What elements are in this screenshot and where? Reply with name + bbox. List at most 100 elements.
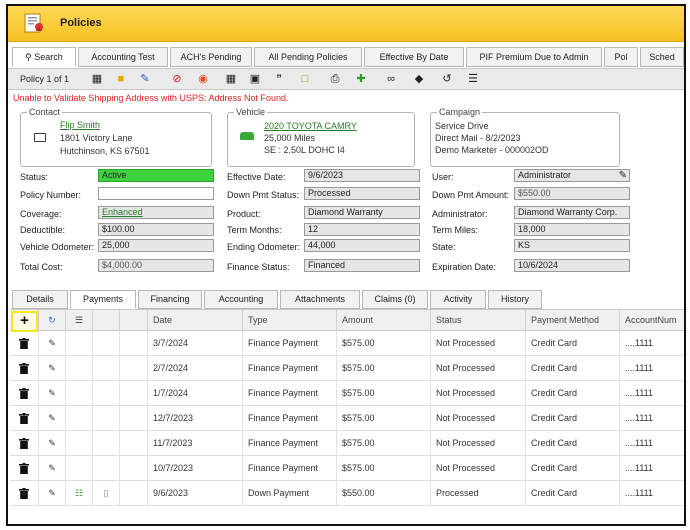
cell-payment-method: Credit Card [526,356,620,381]
tab-achs-pending[interactable]: ACH's Pending [170,47,252,67]
coverage-link[interactable]: Enhanced [102,207,143,217]
empty-cell [66,431,93,456]
empty-cell [93,356,120,381]
cell-amount: $575.00 [337,356,431,381]
trash-icon[interactable] [10,456,39,481]
policy-count: Policy 1 of 1 [20,74,70,84]
cell-amount: $575.00 [337,406,431,431]
trash-icon[interactable] [10,356,39,381]
term-miles-label: Term Miles: [432,225,479,235]
cell-status: Not Processed [431,456,526,481]
col-status[interactable]: Status [431,310,526,332]
tab-pif-premium-due[interactable]: PIF Premium Due to Admin [466,47,602,67]
col-amount[interactable]: Amount [337,310,431,332]
tab-accounting[interactable]: Accounting [204,290,278,309]
pencil-icon[interactable]: ✎ [39,406,66,431]
folder-icon[interactable]: ■ [114,72,128,86]
down-pmt-status-field: Processed [304,187,420,200]
link-icon[interactable]: ∞ [384,72,398,86]
table-row[interactable]: ✎ 3/7/2024 Finance Payment $575.00 Not Proce… [10,331,684,356]
contact-city: Hutchinson, KS 67501 [60,146,150,156]
printer-icon[interactable]: ⎙ [328,72,342,86]
col-account-num[interactable]: AccountNum [620,310,684,332]
lifebuoy-icon[interactable]: ◉ [196,72,210,86]
trash-icon[interactable] [10,481,39,506]
tab-all-pending-policies[interactable]: All Pending Policies [254,47,362,67]
campaign-name: Service Drive [435,121,489,131]
list-icon[interactable]: ☰ [466,72,480,86]
tab-history[interactable]: History [488,290,542,309]
col-type[interactable]: Type [243,310,337,332]
trash-icon[interactable] [10,381,39,406]
table-row[interactable]: ✎ 12/7/2023 Finance Payment $575.00 Not Proc… [10,406,684,431]
search-icon: ⚲ [25,52,32,62]
down-pmt-amount-label: Down Pmt Amount: [432,190,510,200]
trash-icon[interactable] [10,331,39,356]
col-payment-method[interactable]: Payment Method [526,310,620,332]
document-icon[interactable]: ▯ [93,481,120,506]
pencil-icon[interactable]: ✎ [39,356,66,381]
cell-account-num: ....1111 [625,388,654,398]
quote-icon[interactable]: ” [272,72,286,86]
product-field: Diamond Warranty [304,206,420,219]
add-file-icon[interactable]: ✚ [354,72,368,86]
tab-attachments[interactable]: Attachments [280,290,360,309]
tab-payments[interactable]: Payments [70,290,136,309]
tab-accounting-test[interactable]: Accounting Test [78,47,168,67]
table-row[interactable]: ✎ 2/7/2024 Finance Payment $575.00 Not Proce… [10,356,684,381]
policy-number-input[interactable] [98,187,214,200]
tab-claims[interactable]: Claims (0) [362,290,428,309]
tab-effective-by-date[interactable]: Effective By Date [364,47,464,67]
policy-number-label: Policy Number: [20,190,82,200]
cell-date: 10/7/2023 [148,456,243,481]
cell-date: 9/6/2023 [148,481,243,506]
document-icon[interactable]: □ [298,72,312,86]
product-label: Product: [227,209,261,219]
table-row[interactable]: ✎ ☷ ▯ 9/6/2023 Down Payment $550.00 Processed C… [10,481,684,506]
trash-icon[interactable] [10,431,39,456]
vehicle-card: Vehicle 2020 TOYOTA CAMRY 25,000 Miles S… [227,107,415,167]
down-pmt-amount-field: $550.00 [514,187,630,200]
tab-label: Search [34,52,63,62]
edit-doc-icon[interactable]: ✎ [138,72,152,86]
table-row[interactable]: ✎ 10/7/2023 Finance Payment $575.00 Not Proc… [10,456,684,481]
tab-pol[interactable]: Pol [604,47,638,67]
tab-details[interactable]: Details [12,290,68,309]
blank-header [120,310,148,332]
add-payment-button[interactable]: + [11,311,38,332]
toolbar: Policy 1 of 1 ▦ ■ ✎ ⊘ ◉ ▦ ▣ ” □ ⎙ ✚ ∞ ◆ … [8,68,684,90]
cancel-icon[interactable]: ⊘ [170,72,184,86]
state-field: KS [514,239,630,252]
coverage-field: Enhanced [98,206,214,219]
grid-icon[interactable]: ▦ [90,72,104,86]
tab-financing[interactable]: Financing [138,290,202,309]
vehicle-miles: 25,000 Miles [264,133,316,143]
vehicle-title-link[interactable]: 2020 TOYOTA CAMRY [264,121,357,131]
receipt-icon[interactable]: ☷ [66,481,93,506]
tab-activity[interactable]: Activity [430,290,486,309]
pencil-icon[interactable]: ✎ [39,431,66,456]
pencil-icon[interactable]: ✎ [39,331,66,356]
detail-tab-bar: Details Payments Financing Accounting At… [10,290,684,309]
trash-icon[interactable] [10,406,39,431]
term-months-field: 12 [304,223,420,236]
col-date[interactable]: Date [148,310,243,332]
pencil-icon[interactable]: ✎ [39,481,66,506]
history-icon[interactable]: ↺ [440,72,454,86]
tab-sched[interactable]: Sched [640,47,684,67]
calculator-icon[interactable]: ▦ [224,72,238,86]
pencil-icon[interactable]: ✎ [39,381,66,406]
tab-search[interactable]: ⚲ Search [12,47,76,67]
recycle-icon[interactable]: ↻ [39,310,66,332]
empty-cell [120,481,148,506]
contact-name-link[interactable]: Flip Smith [60,120,100,130]
status-field: Active [98,169,214,182]
table-row[interactable]: ✎ 1/7/2024 Finance Payment $575.00 Not Proce… [10,381,684,406]
tag-icon[interactable]: ◆ [412,72,426,86]
cell-payment-method: Credit Card [526,481,620,506]
trash-icon[interactable]: ▣ [248,72,262,86]
pencil-icon[interactable]: ✎ [619,170,627,181]
table-row[interactable]: ✎ 11/7/2023 Finance Payment $575.00 Not Proc… [10,431,684,456]
list-icon[interactable]: ☰ [66,310,93,332]
pencil-icon[interactable]: ✎ [39,456,66,481]
